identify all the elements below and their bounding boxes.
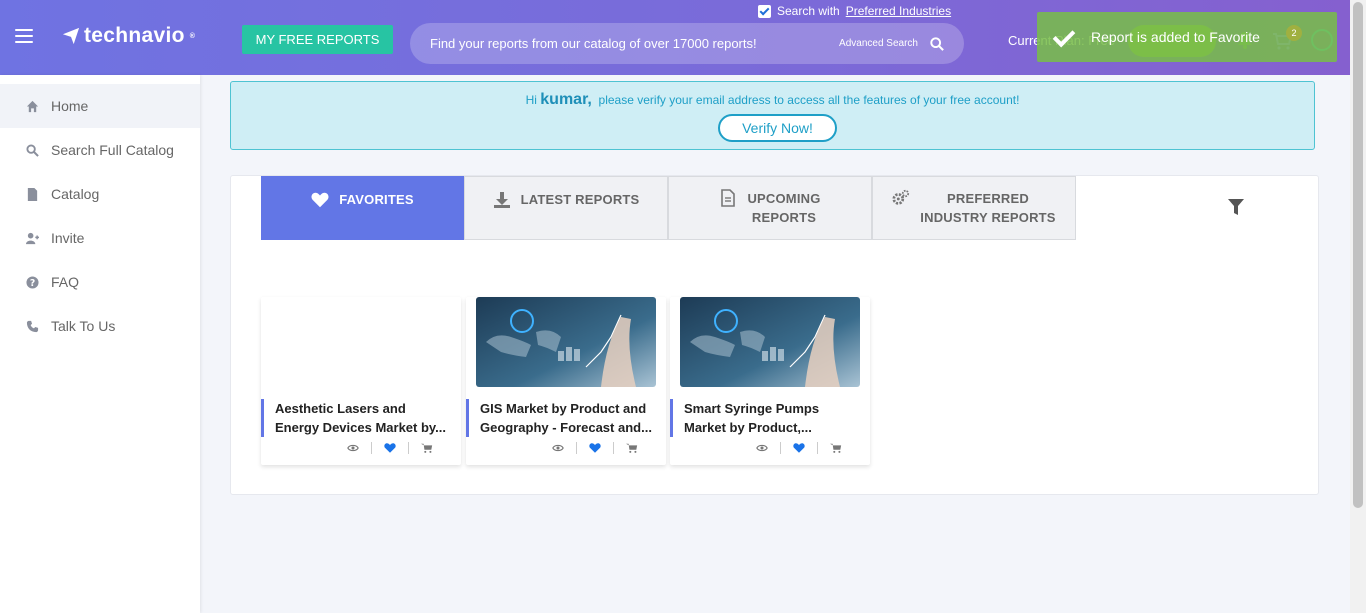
cart-count-badge: 2 — [1286, 25, 1302, 41]
report-actions — [540, 442, 650, 454]
checkmark-icon — [1051, 26, 1075, 48]
logo-text: technavio — [84, 24, 185, 47]
sidebar-item-search-full-catalog[interactable]: Search Full Catalog — [0, 128, 200, 172]
tab-label-line2: REPORTS — [751, 210, 817, 225]
sidebar-item-label: Catalog — [51, 186, 100, 202]
technavio-logo[interactable]: technavio ® — [62, 24, 195, 48]
tab-label: FAVORITES — [339, 192, 414, 207]
search-placeholder[interactable]: Find your reports from our catalog of ov… — [430, 36, 839, 51]
report-title[interactable]: Smart Syringe Pumps Market by Product,..… — [670, 399, 870, 437]
sidebar-item-faq[interactable]: ? FAQ — [0, 260, 200, 304]
favorite-button[interactable] — [577, 442, 613, 454]
sidebar-item-label: Invite — [51, 230, 85, 246]
preferred-industries-toggle: Search with Preferred Industries — [758, 4, 951, 18]
paper-plane-icon — [62, 27, 80, 45]
greeting: Hi — [525, 93, 537, 107]
sidebar-item-label: Talk To Us — [51, 318, 116, 334]
tab-label-line1: UPCOMING — [747, 191, 821, 206]
report-thumbnail[interactable] — [476, 297, 656, 387]
home-icon — [26, 100, 39, 112]
sidebar-item-catalog[interactable]: Catalog — [0, 172, 200, 216]
report-thumbnail-image — [476, 297, 656, 387]
report-thumbnail-image — [680, 297, 860, 387]
advanced-search-link[interactable]: Advanced Search — [839, 38, 918, 49]
cart-icon — [421, 443, 433, 453]
tab-preferred-industry-reports[interactable]: PREFERRED INDUSTRY REPORTS — [872, 176, 1076, 240]
svg-text:?: ? — [30, 277, 35, 288]
file-icon — [27, 187, 38, 201]
report-card[interactable]: GIS Market by Product and Geography - Fo… — [466, 297, 666, 465]
favorite-button[interactable] — [372, 442, 408, 454]
hamburger-menu-icon[interactable] — [15, 29, 33, 43]
preferred-industries-checkbox[interactable] — [758, 4, 771, 18]
filter-icon[interactable] — [1227, 198, 1245, 216]
sidebar-item-label: Search Full Catalog — [51, 142, 174, 158]
favorite-button[interactable] — [781, 442, 817, 454]
tab-favorites[interactable]: FAVORITES — [261, 176, 464, 240]
tab-label-line2: INDUSTRY REPORTS — [920, 210, 1056, 225]
report-card[interactable]: Smart Syringe Pumps Market by Product,..… — [670, 297, 870, 465]
registered-mark: ® — [189, 32, 196, 40]
document-icon — [721, 189, 736, 207]
sidebar: Home Search Full Catalog Catalog Invite … — [0, 75, 200, 613]
sidebar-item-invite[interactable]: Invite — [0, 216, 200, 260]
eye-icon — [552, 444, 564, 452]
user-account-icon[interactable] — [1311, 29, 1333, 51]
add-to-cart-button[interactable] — [614, 442, 650, 454]
verify-now-button[interactable]: Verify Now! — [718, 114, 837, 142]
tab-upcoming-reports[interactable]: UPCOMING REPORTS — [668, 176, 872, 240]
cart-icon — [830, 443, 842, 453]
heart-icon — [793, 443, 805, 453]
report-thumbnail[interactable] — [680, 297, 860, 387]
download-icon — [493, 191, 510, 208]
heart-icon — [589, 443, 601, 453]
heart-icon — [384, 443, 396, 453]
search-icon[interactable] — [930, 36, 944, 51]
eye-icon — [347, 444, 359, 452]
cart-icon — [626, 443, 638, 453]
report-title[interactable]: GIS Market by Product and Geography - Fo… — [466, 399, 666, 437]
sidebar-item-home[interactable]: Home — [0, 84, 200, 128]
page-scrollbar[interactable] — [1350, 0, 1366, 613]
sidebar-item-label: FAQ — [51, 274, 80, 290]
report-card[interactable]: Aesthetic Lasers and Energy Devices Mark… — [261, 297, 461, 465]
user-plus-icon — [26, 232, 39, 244]
toast-message: Report is added to Favorite — [1091, 29, 1260, 45]
gears-icon — [892, 189, 910, 205]
search-with-label: Search with — [777, 4, 840, 18]
tab-label: LATEST REPORTS — [520, 192, 640, 207]
eye-icon — [756, 444, 768, 452]
add-to-cart-button[interactable] — [409, 442, 445, 454]
report-actions — [335, 442, 445, 454]
catalog-search-bar[interactable]: Find your reports from our catalog of ov… — [410, 23, 964, 64]
my-free-reports-button[interactable]: MY FREE REPORTS — [242, 25, 393, 54]
view-button[interactable] — [335, 442, 371, 454]
top-header: technavio ® MY FREE REPORTS Search with P… — [0, 0, 1350, 75]
preferred-industries-link[interactable]: Preferred Industries — [846, 4, 951, 18]
heart-icon — [311, 192, 329, 207]
verify-text: please verify your email address to acce… — [598, 93, 1020, 107]
sidebar-item-talk-to-us[interactable]: Talk To Us — [0, 304, 200, 348]
verify-email-banner: Hi kumar, please verify your email addre… — [230, 81, 1315, 150]
view-button[interactable] — [744, 442, 780, 454]
report-actions — [744, 442, 854, 454]
question-icon: ? — [26, 275, 39, 288]
phone-icon — [26, 320, 39, 332]
view-button[interactable] — [540, 442, 576, 454]
add-to-cart-button[interactable] — [818, 442, 854, 454]
verify-message: Hi kumar, please verify your email addre… — [231, 91, 1314, 109]
user-name: kumar, — [540, 91, 592, 108]
tab-latest-reports[interactable]: LATEST REPORTS — [464, 176, 668, 240]
tab-label-line1: PREFERRED — [947, 191, 1029, 206]
scrollbar-thumb[interactable] — [1353, 2, 1363, 508]
report-title[interactable]: Aesthetic Lasers and Energy Devices Mark… — [261, 399, 461, 437]
search-icon — [26, 143, 39, 157]
reports-panel: FAVORITES LATEST REPORTS UPCOMING REPORTS… — [230, 175, 1319, 495]
sidebar-item-label: Home — [51, 98, 89, 114]
